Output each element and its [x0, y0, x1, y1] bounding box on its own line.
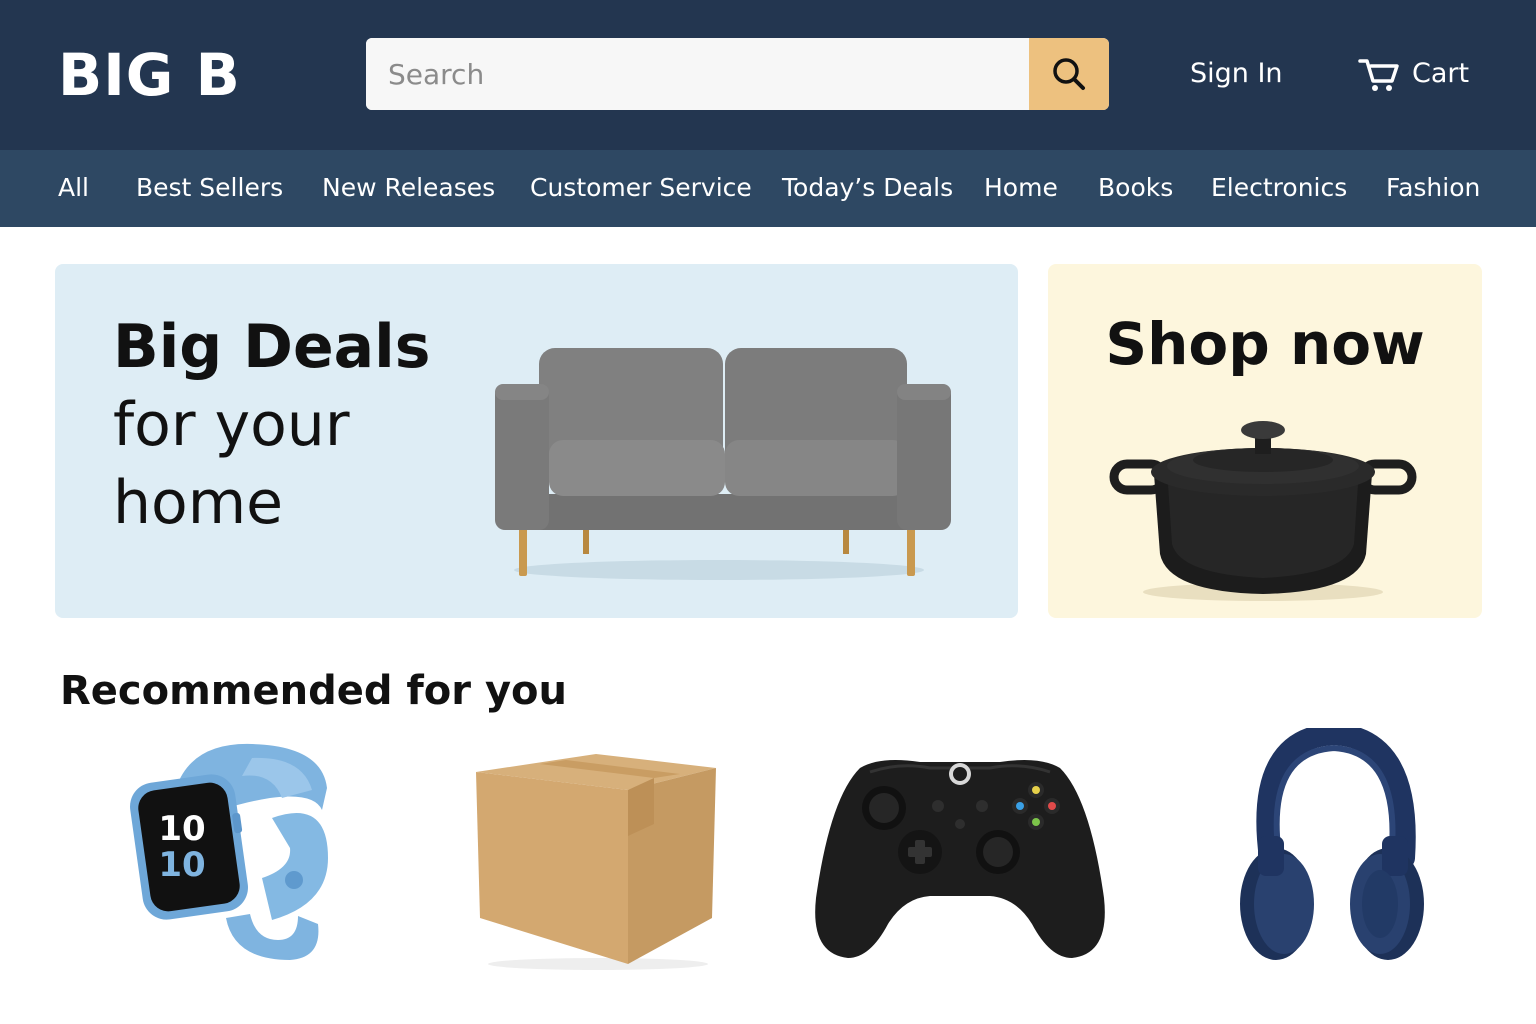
- product-card-controller[interactable]: [810, 728, 1110, 978]
- sign-in-link[interactable]: Sign In: [1190, 54, 1283, 94]
- nav-item-best-sellers[interactable]: Best Sellers: [136, 170, 283, 206]
- hero-banner[interactable]: Big Deals for your home: [55, 264, 1018, 618]
- nav-item-electronics[interactable]: Electronics: [1211, 170, 1347, 206]
- product-card-box[interactable]: [458, 728, 758, 978]
- nav-item-todays-deals[interactable]: Today’s Deals: [782, 170, 953, 206]
- hero-title: Big Deals for your home: [113, 308, 430, 542]
- cardboard-box-image: [476, 754, 716, 970]
- smartwatch-image: 10 10: [130, 743, 328, 960]
- nav-item-new-releases[interactable]: New Releases: [322, 170, 495, 206]
- hero-title-line-3: home: [113, 468, 284, 538]
- hero-title-line-2: for your: [113, 390, 350, 460]
- headphones-image: [1240, 722, 1424, 960]
- watch-minute: 10: [158, 845, 205, 885]
- nav-item-books[interactable]: Books: [1098, 170, 1173, 206]
- game-controller-image: [815, 760, 1105, 958]
- logo[interactable]: BIG B: [58, 40, 241, 110]
- product-card-smartwatch[interactable]: 10 10: [122, 728, 422, 978]
- recommended-title: Recommended for you: [60, 668, 567, 714]
- cart-button[interactable]: Cart: [1358, 54, 1469, 94]
- search-button[interactable]: [1029, 38, 1109, 110]
- cart-icon: [1358, 59, 1399, 91]
- nav-item-customer-service[interactable]: Customer Service: [530, 170, 752, 206]
- promo-title: Shop now: [1105, 310, 1425, 378]
- header: BIG B Sign In Cart: [0, 0, 1536, 150]
- search-bar: [366, 38, 1109, 110]
- product-card-headphones[interactable]: [1178, 722, 1478, 978]
- search-icon: [1053, 58, 1085, 90]
- nav-item-home[interactable]: Home: [984, 170, 1058, 206]
- category-nav: All Best Sellers New Releases Customer S…: [0, 150, 1536, 227]
- cart-label: Cart: [1412, 58, 1470, 89]
- watch-hour: 10: [158, 809, 205, 849]
- sofa-image: [495, 348, 951, 580]
- nav-item-all[interactable]: All: [58, 170, 89, 206]
- shop-now-card[interactable]: Shop now: [1048, 264, 1482, 618]
- cooking-pot-image: [1109, 421, 1417, 601]
- search-input[interactable]: [366, 38, 1029, 110]
- hero-title-line-1: Big Deals: [113, 312, 431, 382]
- nav-item-fashion[interactable]: Fashion: [1386, 170, 1480, 206]
